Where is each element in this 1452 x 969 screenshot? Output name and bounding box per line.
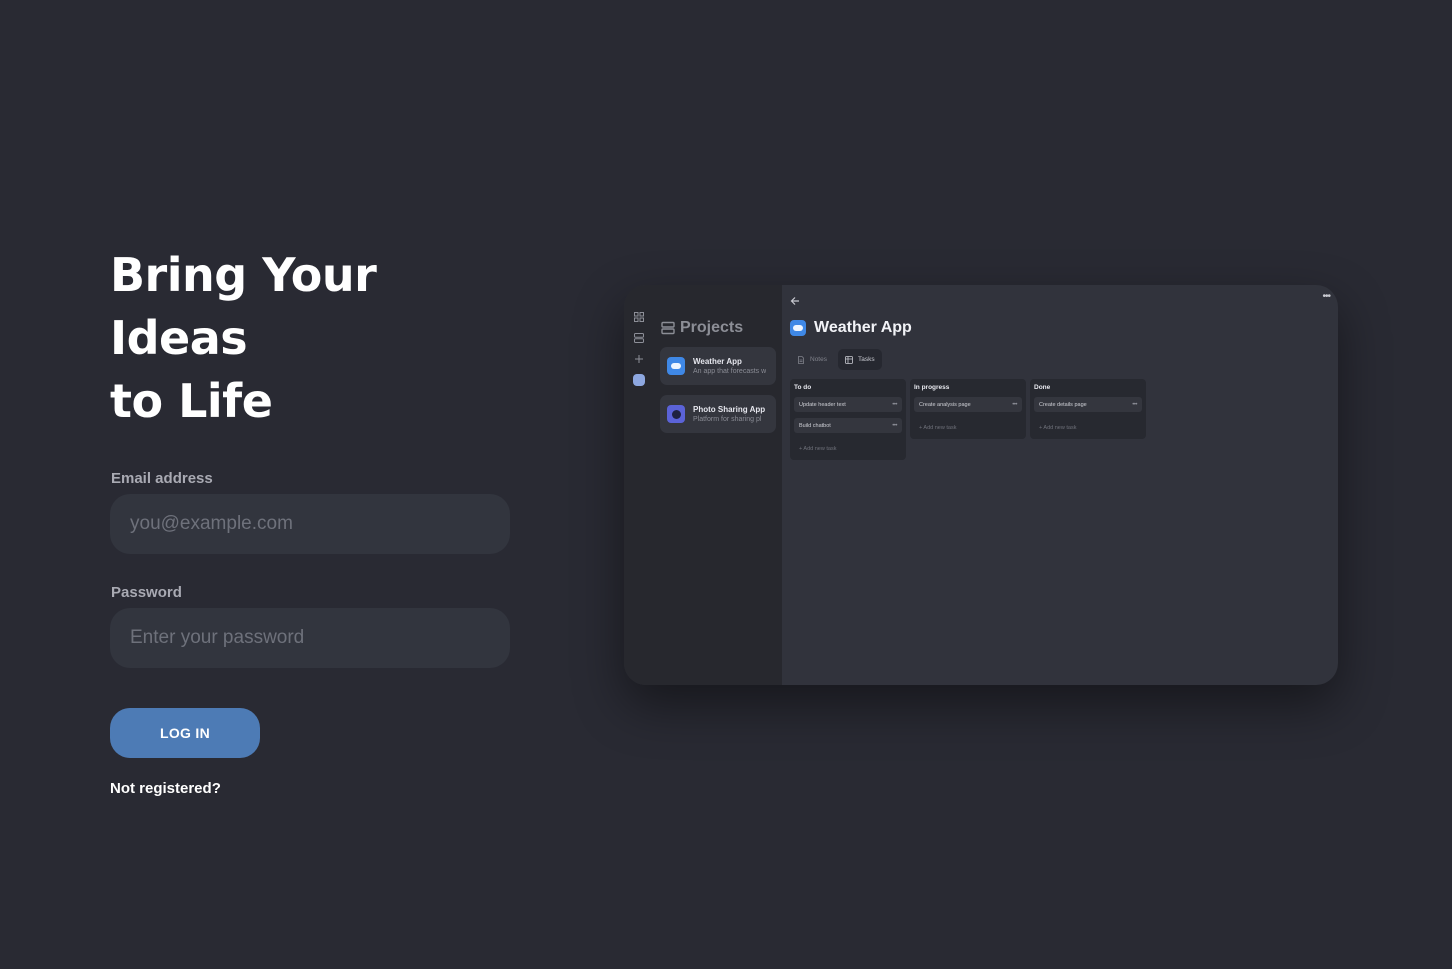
board-tabs: Notes Tasks	[790, 349, 882, 370]
board-title: Weather App	[790, 319, 912, 337]
project-card-photo-sharing-app: Photo Sharing App Platform for sharing p…	[660, 395, 776, 433]
project-card-weather-app: Weather App An app that forecasts w	[660, 347, 776, 385]
more-options-icon: •••	[892, 422, 897, 429]
stack-icon	[633, 332, 645, 344]
tab-tasks: Tasks	[837, 349, 882, 370]
app-preview: Projects Weather App An app that forecas…	[624, 285, 1338, 685]
board-title-text: Weather App	[814, 319, 912, 336]
weather-cloud-icon	[790, 320, 806, 336]
photo-circle-icon	[667, 405, 685, 423]
add-task-link: + Add new task	[1039, 425, 1077, 431]
login-page: Bring Your Ideas to Life Email address P…	[0, 0, 1452, 969]
page-headline: Bring Your Ideas to Life	[110, 244, 510, 433]
more-options-icon: •••	[1322, 291, 1330, 302]
grid-icon	[633, 311, 645, 323]
back-arrow-icon	[790, 293, 802, 305]
preview-projects-sidebar: Projects Weather App An app that forecas…	[654, 285, 782, 685]
column-title: In progress	[914, 384, 950, 391]
project-name: Photo Sharing App	[693, 404, 766, 414]
tab-label: Notes	[810, 356, 827, 363]
document-icon	[798, 355, 804, 364]
email-field[interactable]	[110, 494, 510, 554]
task-text: Build chatbot	[799, 422, 831, 429]
project-description: Platform for sharing pl	[693, 415, 762, 423]
task-text: Create details page	[1039, 401, 1087, 408]
weather-cloud-icon	[667, 357, 685, 375]
login-button[interactable]: LOG IN	[110, 708, 260, 758]
task-text: Update header text	[799, 401, 846, 408]
more-options-icon: •••	[892, 401, 897, 408]
plus-icon	[633, 353, 645, 365]
add-task-link: + Add new task	[799, 446, 837, 452]
preview-icon-rail	[624, 285, 654, 685]
task-text: Create analysis page	[919, 401, 971, 408]
password-field[interactable]	[110, 608, 510, 668]
project-description: An app that forecasts w	[693, 367, 767, 375]
task-card: Build chatbot •••	[794, 418, 902, 433]
projects-heading: Projects	[661, 319, 776, 337]
column-to-do: To do Update header text ••• Build chatb…	[790, 379, 906, 460]
add-task-link: + Add new task	[919, 425, 957, 431]
password-label: Password	[111, 584, 182, 601]
preview-board: ••• Weather App Notes Tasks To do Update…	[782, 285, 1338, 685]
project-name: Weather App	[693, 356, 742, 366]
column-title: To do	[794, 384, 812, 391]
register-link[interactable]: Not registered?	[110, 780, 221, 797]
projects-title-text: Projects	[680, 319, 744, 336]
more-options-icon: •••	[1012, 401, 1017, 408]
column-in-progress: In progress Create analysis page ••• + A…	[910, 379, 1026, 439]
task-card: Create details page •••	[1034, 397, 1142, 412]
tab-notes: Notes	[790, 349, 834, 370]
column-done: Done Create details page ••• + Add new t…	[1030, 379, 1146, 439]
more-options-icon: •••	[1132, 401, 1137, 408]
tab-label: Tasks	[857, 356, 875, 363]
board-icon	[845, 355, 853, 364]
column-title: Done	[1034, 384, 1051, 391]
task-card: Update header text •••	[794, 397, 902, 412]
stack-icon	[661, 321, 675, 335]
headline-line-1: Bring Your Ideas	[110, 248, 377, 365]
email-label: Email address	[111, 470, 213, 487]
headline-line-2: to Life	[110, 374, 273, 428]
login-panel: Bring Your Ideas to Life Email address P…	[110, 244, 510, 798]
user-avatar-icon	[633, 374, 645, 386]
kanban-columns: To do Update header text ••• Build chatb…	[790, 379, 1146, 460]
task-card: Create analysis page •••	[914, 397, 1022, 412]
